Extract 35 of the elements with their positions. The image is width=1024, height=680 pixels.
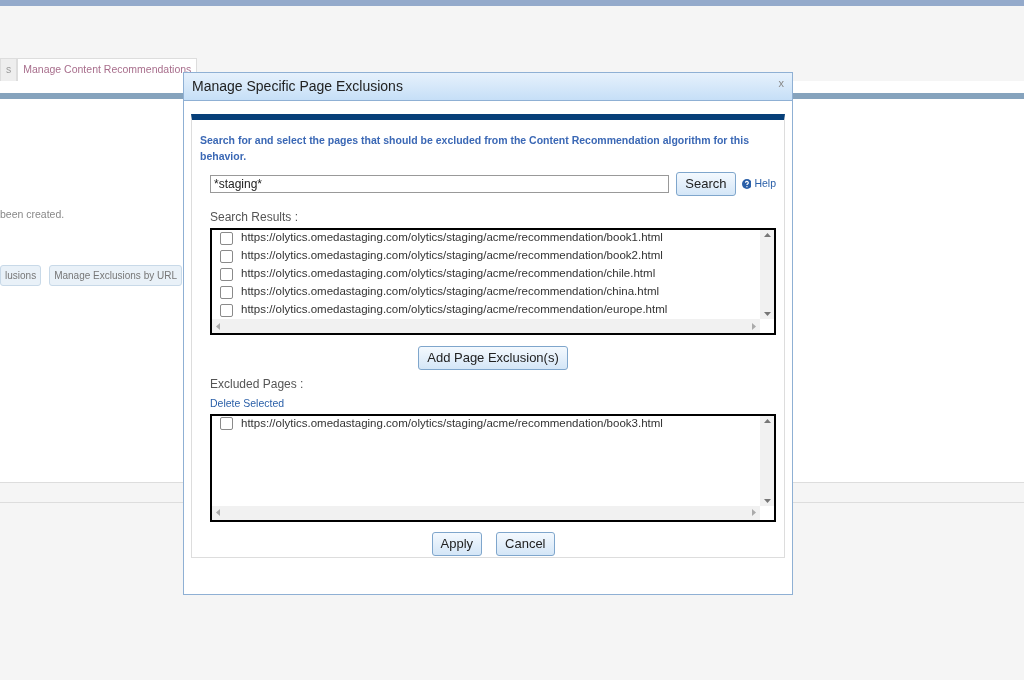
search-button[interactable]: Search [676,172,736,196]
scroll-down-icon[interactable] [763,312,771,316]
status-message: been created. [0,207,65,222]
checkbox[interactable] [220,231,233,245]
scroll-up-icon[interactable] [763,233,771,237]
page-url: https://olytics.omedastaging.com/olytics/staging/acme/recommendation/book3.html [241,416,663,432]
scroll-right-icon[interactable] [752,509,756,517]
results-label: Search Results : [210,209,300,226]
search-field[interactable]: *staging* [210,175,670,193]
checkbox[interactable] [220,303,233,317]
add-exclusion-button[interactable]: Add Page Exclusion(s) [418,346,568,370]
dialog-button[interactable]: Apply [431,531,483,556]
tab[interactable]: Manage Content Recommendations [17,58,198,81]
scroll-left-icon[interactable] [216,322,220,330]
scroll-left-icon[interactable] [216,509,220,517]
checkbox[interactable] [220,267,233,281]
dialog-button[interactable]: Cancel [496,531,555,556]
page-url: https://olytics.omedastaging.com/olytics/staging/acme/recommendation/china.html [241,284,660,300]
help-icon [741,179,752,189]
scroll-right-icon[interactable] [752,322,756,330]
scroll-up-icon[interactable] [763,418,771,423]
exclusions-button[interactable]: Manage Exclusions by URL [49,264,182,286]
page-url: https://olytics.omedastaging.com/olytics/staging/acme/recommendation/chile.html [241,266,656,282]
delete-selected-link[interactable]: Delete Selected [210,396,285,412]
page-url: https://olytics.omedastaging.com/olytics/staging/acme/recommendation/book2.html [241,248,663,264]
instructions: Search for and select the pages that should be excluded from the Content Recommendation algorithm for this behavior. [200,133,750,164]
page-url: https://olytics.omedastaging.com/olytics/staging/acme/recommendation/europe.html [241,302,668,318]
page-url: https://olytics.omedastaging.com/olytics/staging/acme/recommendation/book1.html [241,230,663,246]
scroll-down-icon[interactable] [763,498,771,503]
checkbox[interactable] [220,249,233,263]
exclusions-button[interactable]: lusions [0,264,42,286]
help-link[interactable]: Help [754,176,776,192]
excluded-label: Excluded Pages : [210,376,305,393]
checkbox[interactable] [220,285,233,299]
checkbox[interactable] [220,417,233,431]
